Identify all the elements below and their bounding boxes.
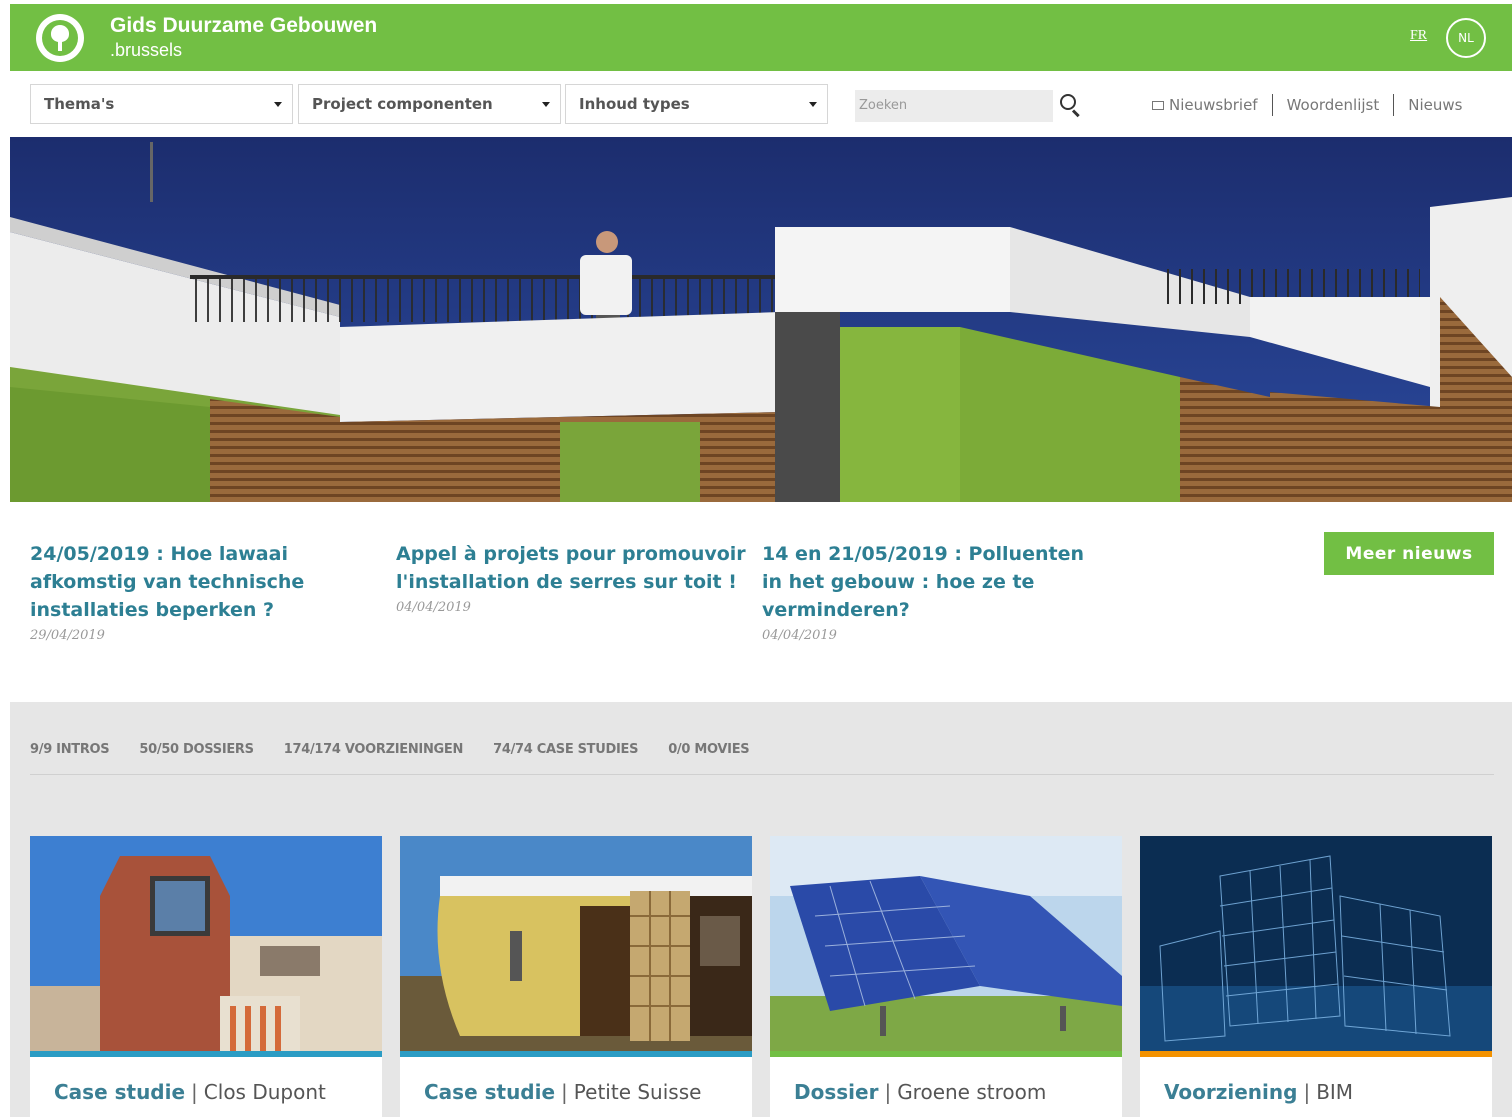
project-components-dropdown[interactable]: Project componenten [298,84,561,124]
news-title[interactable]: Appel à projets pour promouvoir l'instal… [396,540,746,596]
card-title[interactable]: Voorziening | BIM [1164,1080,1353,1104]
content-card[interactable]: Case studie | Clos Dupont [30,836,382,1117]
search-icon[interactable] [1060,94,1082,118]
card-name: Groene stroom [897,1080,1047,1104]
tree-icon [42,20,78,56]
mail-icon [1152,100,1164,110]
card-image [30,836,382,1051]
caret-down-icon [809,102,817,107]
caret-down-icon [274,102,282,107]
divider [30,774,1494,775]
caret-down-icon [542,102,550,107]
news-item[interactable]: 14 en 21/05/2019 : Polluenten in het geb… [762,540,1107,643]
card-type: Dossier [794,1080,879,1104]
filter-case-studies[interactable]: 74/74 CASE STUDIES [493,742,638,757]
content-card[interactable]: Dossier | Groene stroom [770,836,1122,1117]
news-date: 04/04/2019 [762,628,837,643]
glossary-link[interactable]: Woordenlijst [1287,96,1380,114]
filter-voorzieningen[interactable]: 174/174 VOORZIENINGEN [284,742,464,757]
card-image [1140,836,1492,1051]
news-title[interactable]: 24/05/2019 : Hoe lawaai afkomstig van te… [30,540,360,624]
card-title[interactable]: Dossier | Groene stroom [794,1080,1046,1104]
content-card[interactable]: Voorziening | BIM [1140,836,1492,1117]
site-subtitle[interactable]: .brussels [110,40,182,60]
themes-dropdown-label: Thema's [44,95,115,113]
card-type: Voorziening [1164,1080,1298,1104]
project-components-dropdown-label: Project componenten [312,95,493,113]
logo[interactable] [36,14,84,62]
content-card[interactable]: Case studie | Petite Suisse [400,836,752,1117]
themes-dropdown[interactable]: Thema's [30,84,293,124]
card-name: BIM [1316,1080,1354,1104]
news-date: 04/04/2019 [396,600,471,615]
search-input[interactable]: Zoeken [855,90,1053,122]
news-item[interactable]: Appel à projets pour promouvoir l'instal… [396,540,746,615]
newsletter-link[interactable]: Nieuwsbrief [1169,96,1258,114]
card-accent-bar [1140,1051,1492,1057]
news-link[interactable]: Nieuws [1408,96,1462,114]
card-type: Case studie [424,1080,556,1104]
card-name: Clos Dupont [203,1080,326,1104]
card-type: Case studie [54,1080,186,1104]
news-date: 29/04/2019 [30,628,105,643]
filter-intros[interactable]: 9/9 INTROS [30,742,110,757]
content-type-filters: 9/9 INTROS 50/50 DOSSIERS 174/174 VOORZI… [30,742,750,757]
separator [1393,94,1395,116]
language-fr-link[interactable]: FR [1410,28,1427,44]
news-item[interactable]: 24/05/2019 : Hoe lawaai afkomstig van te… [30,540,360,643]
card-accent-bar [400,1051,752,1057]
site-title[interactable]: Gids Duurzame Gebouwen [110,14,377,38]
card-image [400,836,752,1051]
card-name: Petite Suisse [573,1080,702,1104]
top-links: Nieuwsbrief Woordenlijst Nieuws [1152,94,1462,116]
card-accent-bar [770,1051,1122,1057]
card-accent-bar [30,1051,382,1057]
card-image [770,836,1122,1051]
site-header: Gids Duurzame Gebouwen .brussels FR NL [10,4,1512,71]
content-listing: 9/9 INTROS 50/50 DOSSIERS 174/174 VOORZI… [10,702,1512,1117]
filter-movies[interactable]: 0/0 MOVIES [668,742,749,757]
news-title[interactable]: 14 en 21/05/2019 : Polluenten in het geb… [762,540,1107,624]
filter-dossiers[interactable]: 50/50 DOSSIERS [139,742,254,757]
more-news-button[interactable]: Meer nieuws [1324,532,1494,575]
content-types-dropdown-label: Inhoud types [579,95,690,113]
separator [1271,94,1273,116]
card-title[interactable]: Case studie | Petite Suisse [424,1080,701,1104]
language-nl-button[interactable]: NL [1446,18,1486,58]
nav-bar: Thema's Project componenten Inhoud types… [0,72,1512,136]
hero-image [10,137,1512,502]
content-types-dropdown[interactable]: Inhoud types [565,84,828,124]
card-title[interactable]: Case studie | Clos Dupont [54,1080,326,1104]
